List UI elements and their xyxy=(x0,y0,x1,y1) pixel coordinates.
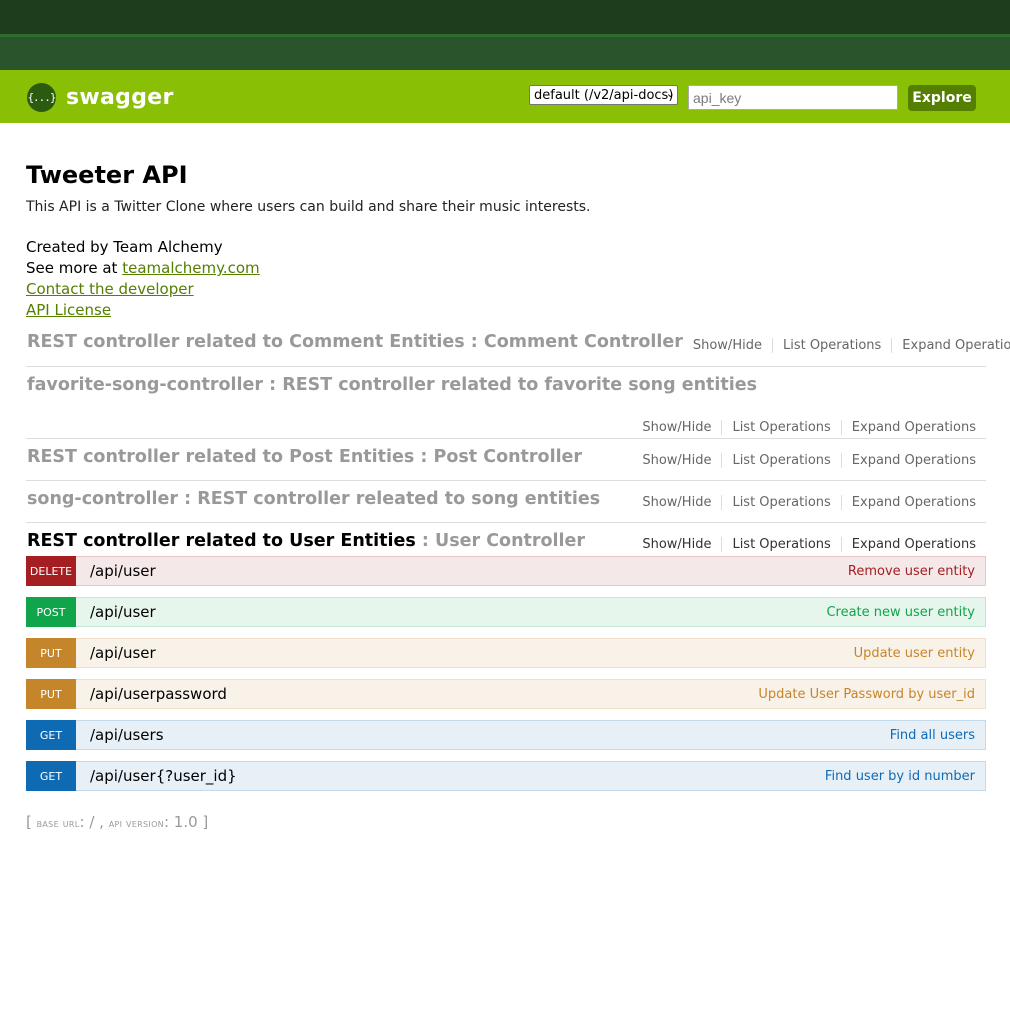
resource-user: REST controller related to User Entities… xyxy=(26,523,986,791)
list-operations-link[interactable]: List Operations xyxy=(722,420,842,435)
list-operations-link[interactable]: List Operations xyxy=(722,453,842,468)
created-by: Created by Team Alchemy xyxy=(26,238,223,256)
operation-summary[interactable]: Find all users xyxy=(890,728,975,743)
show-hide-link[interactable]: Show/Hide xyxy=(632,537,723,552)
api-footer-info: [ base url: / , api version: 1.0 ] xyxy=(26,813,208,831)
operation-summary[interactable]: Remove user entity xyxy=(848,564,975,579)
list-operations-link[interactable]: List Operations xyxy=(773,338,893,353)
resource-title-sub: : User Controller xyxy=(415,531,586,551)
chevron-down-icon: ⌄ xyxy=(665,87,675,100)
footer-open-bracket: [ xyxy=(26,813,37,831)
api-meta: Created by Team Alchemy See more at team… xyxy=(26,237,1010,321)
method-badge: PUT xyxy=(26,638,76,668)
operation-row[interactable]: PUT /api/user Update user entity xyxy=(26,638,986,668)
api-version-value: : 1.0 ] xyxy=(163,813,209,831)
api-license-link[interactable]: API License xyxy=(26,301,111,319)
resource-title[interactable]: song-controller : REST controller releat… xyxy=(26,489,600,509)
resource-post: REST controller related to Post Entities… xyxy=(26,439,986,481)
base-url-label: base url xyxy=(36,817,80,830)
operation-summary[interactable]: Update user entity xyxy=(854,646,975,661)
operation-path[interactable]: /api/user xyxy=(90,603,156,621)
expand-operations-link[interactable]: Expand Operations xyxy=(842,495,986,510)
show-hide-link[interactable]: Show/Hide xyxy=(683,338,773,353)
method-badge: PUT xyxy=(26,679,76,709)
resource-title-main: REST controller related to User Entities xyxy=(27,531,416,551)
spec-select-value: default (/v2/api-docs) xyxy=(534,87,674,103)
operation-path[interactable]: /api/user xyxy=(90,562,156,580)
operation-path[interactable]: /api/user{?user_id} xyxy=(90,767,237,785)
list-operations-link[interactable]: List Operations xyxy=(722,537,842,552)
resource-song: song-controller : REST controller releat… xyxy=(26,481,986,523)
method-badge: GET xyxy=(26,761,76,791)
show-hide-link[interactable]: Show/Hide xyxy=(632,453,723,468)
resource-links: Show/Hide List Operations Expand Operati… xyxy=(632,453,986,468)
operation-summary[interactable]: Update User Password by user_id xyxy=(758,687,975,702)
api-key-input[interactable] xyxy=(688,85,898,110)
main-content: Tweeter API This API is a Twitter Clone … xyxy=(0,123,1010,831)
resource-title[interactable]: favorite-song-controller : REST controll… xyxy=(26,367,986,395)
team-link[interactable]: teamalchemy.com xyxy=(122,259,259,277)
show-hide-link[interactable]: Show/Hide xyxy=(632,420,723,435)
api-info: Tweeter API This API is a Twitter Clone … xyxy=(0,159,1010,321)
operation-row[interactable]: DELETE /api/user Remove user entity xyxy=(26,556,986,586)
swagger-logo-text: swagger xyxy=(66,85,174,110)
operation-summary[interactable]: Create new user entity xyxy=(826,605,975,620)
api-title: Tweeter API xyxy=(26,161,188,189)
resource-links: Show/Hide List Operations Expand Operati… xyxy=(632,495,986,510)
contact-developer-link[interactable]: Contact the developer xyxy=(26,280,194,298)
method-badge: GET xyxy=(26,720,76,750)
operation-path[interactable]: /api/userpassword xyxy=(90,685,227,703)
expand-operations-link[interactable]: Expand Operations xyxy=(842,453,986,468)
resource-links: Show/Hide List Operations Expand Operati… xyxy=(632,537,986,552)
resource-title[interactable]: REST controller related to Post Entities… xyxy=(26,447,582,467)
resource-favorite-song: favorite-song-controller : REST controll… xyxy=(26,367,986,439)
expand-operations-link[interactable]: Expand Operations xyxy=(892,338,1010,353)
method-badge: POST xyxy=(26,597,76,627)
see-more-prefix: See more at xyxy=(26,259,123,277)
operation-list: DELETE /api/user Remove user entity POST… xyxy=(26,556,986,791)
expand-operations-link[interactable]: Expand Operations xyxy=(842,420,986,435)
resource-comment: REST controller related to Comment Entit… xyxy=(26,324,1010,367)
swagger-header: {...} swagger default (/v2/api-docs) ⌄ E… xyxy=(0,70,1010,123)
base-url-value: : / , xyxy=(79,813,109,831)
operation-row[interactable]: PUT /api/userpassword Update User Passwo… xyxy=(26,679,986,709)
api-description: This API is a Twitter Clone where users … xyxy=(26,199,591,215)
explore-button[interactable]: Explore xyxy=(908,85,976,111)
resource-title[interactable]: REST controller related to User Entities… xyxy=(26,531,585,551)
show-hide-link[interactable]: Show/Hide xyxy=(632,495,723,510)
operation-row[interactable]: GET /api/user{?user_id} Find user by id … xyxy=(26,761,986,791)
top-band-secondary xyxy=(0,34,1010,70)
swagger-logo[interactable]: {...} swagger xyxy=(27,83,174,112)
top-band xyxy=(0,0,1010,34)
list-operations-link[interactable]: List Operations xyxy=(722,495,842,510)
operation-path[interactable]: /api/users xyxy=(90,726,164,744)
api-version-label: api version xyxy=(108,817,164,830)
swagger-logo-icon: {...} xyxy=(27,83,57,112)
resource-links: Show/Hide List Operations Expand Operati… xyxy=(683,338,1010,353)
see-more-line: See more at teamalchemy.com xyxy=(26,258,1010,279)
resource-links: Show/Hide List Operations Expand Operati… xyxy=(632,420,986,435)
operation-row[interactable]: GET /api/users Find all users xyxy=(26,720,986,750)
operation-row[interactable]: POST /api/user Create new user entity xyxy=(26,597,986,627)
expand-operations-link[interactable]: Expand Operations xyxy=(842,537,986,552)
spec-select[interactable]: default (/v2/api-docs) ⌄ xyxy=(529,85,678,105)
operation-summary[interactable]: Find user by id number xyxy=(825,769,975,784)
method-badge: DELETE xyxy=(26,556,76,586)
operation-path[interactable]: /api/user xyxy=(90,644,156,662)
resource-title[interactable]: REST controller related to Comment Entit… xyxy=(26,332,683,352)
resource-list: REST controller related to Comment Entit… xyxy=(26,324,1010,802)
